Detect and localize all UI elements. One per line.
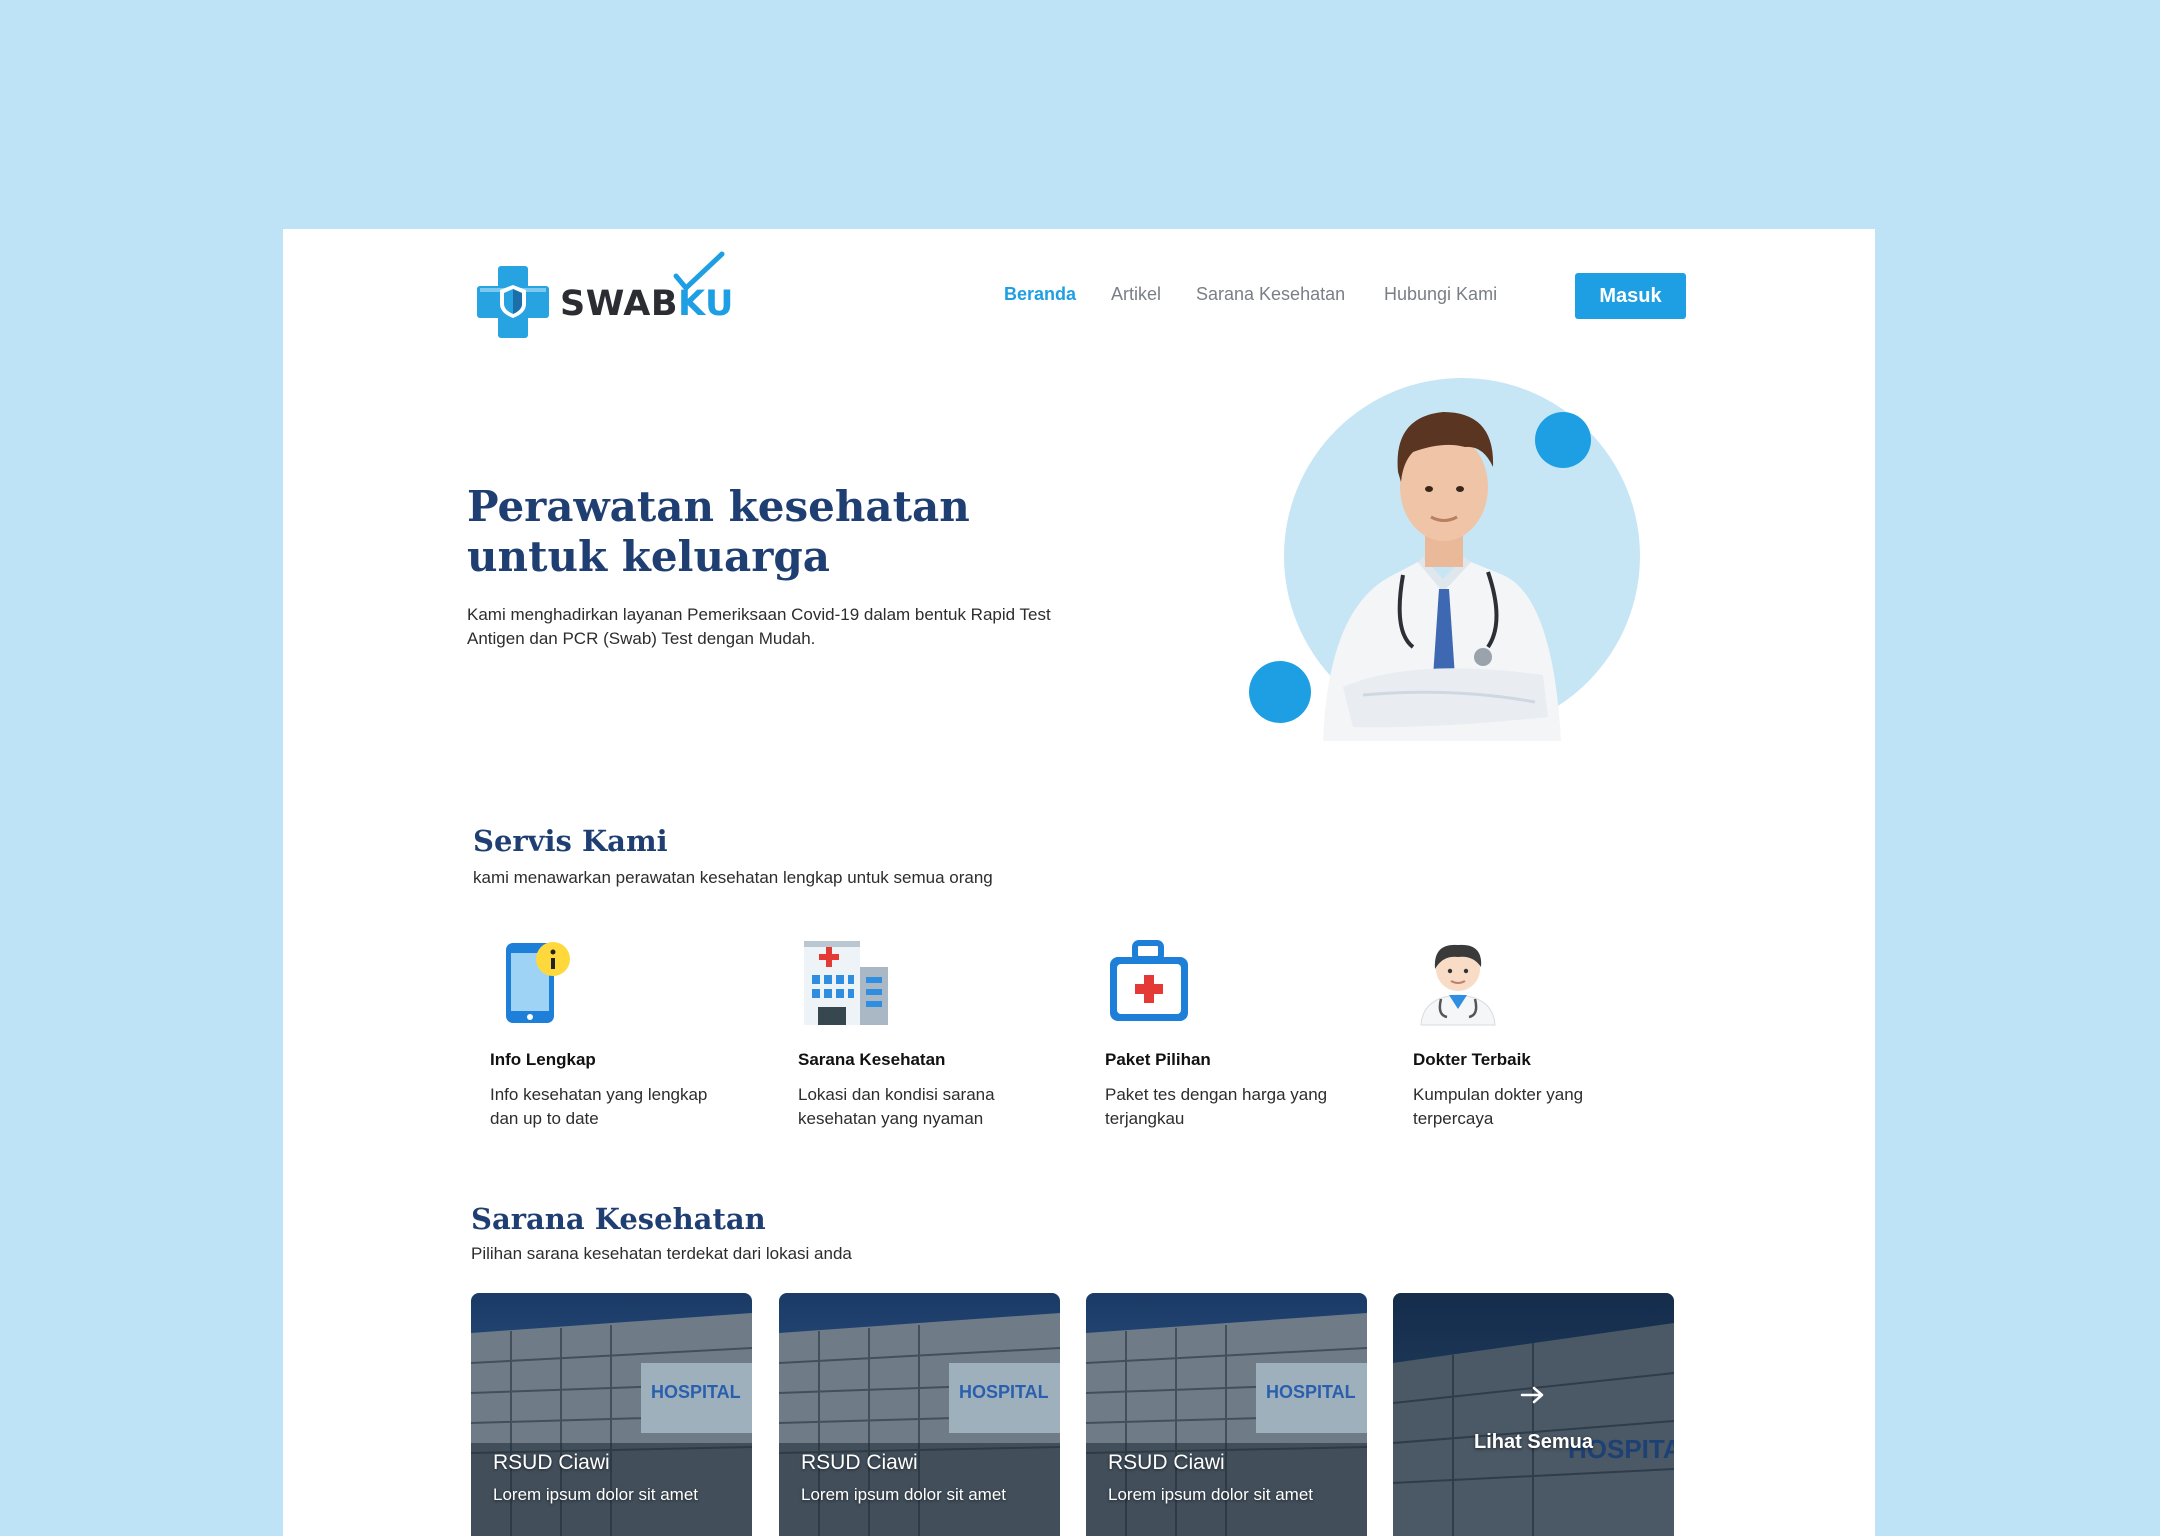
login-button[interactable]: Masuk <box>1575 273 1686 319</box>
service-title: Dokter Terbaik <box>1413 1050 1531 1069</box>
facilities-subtitle: Pilihan sarana kesehatan terdekat dari l… <box>471 1244 852 1263</box>
doctor-hero-image <box>1249 378 1640 741</box>
services-title: Servis Kami <box>473 824 668 858</box>
facility-description: Lorem ipsum dolor sit amet <box>801 1485 1007 1504</box>
service-description: Lokasi dan kondisi sarana kesehatan yang… <box>798 1085 995 1128</box>
facility-name: RSUD Ciawi <box>801 1451 918 1474</box>
arrow-right-icon <box>1520 1386 1544 1404</box>
facility-description: Lorem ipsum dolor sit amet <box>1108 1485 1314 1504</box>
facility-description: Lorem ipsum dolor sit amet <box>493 1485 699 1504</box>
hospital-photo: HOSPITA <box>1393 1293 1674 1536</box>
brand-name-part2: KU <box>678 284 734 324</box>
facility-name: RSUD Ciawi <box>1108 1451 1225 1474</box>
medical-kit-icon <box>1110 940 1188 1021</box>
hospital-sign: HOSPITAL <box>959 1382 1049 1402</box>
facility-name: RSUD Ciawi <box>493 1451 610 1474</box>
hospital-building-icon <box>804 941 888 1025</box>
hero-description: Kami menghadirkan layanan Pemeriksaan Co… <box>467 605 1051 648</box>
facility-card[interactable]: HOSPITAL RSUD Ciawi Lorem ipsum dolor si… <box>1086 1293 1367 1536</box>
doctor-icon <box>1420 944 1496 1026</box>
brand-name-part1: SWAB <box>560 284 679 324</box>
facility-card[interactable]: HOSPITAL RSUD Ciawi Lorem ipsum dolor si… <box>471 1293 752 1536</box>
nav-beranda[interactable]: Beranda <box>1004 284 1076 305</box>
service-description: Kumpulan dokter yang terpercaya <box>1413 1085 1584 1128</box>
service-description: Info kesehatan yang lengkap dan up to da… <box>490 1085 708 1128</box>
nav-artikel[interactable]: Artikel <box>1111 284 1161 305</box>
facilities-title: Sarana Kesehatan <box>471 1202 766 1236</box>
services-subtitle: kami menawarkan perawatan kesehatan leng… <box>473 868 993 887</box>
phone-info-icon <box>506 942 570 1023</box>
landing-page: SWABKU Beranda Artikel Sarana Kesehatan … <box>283 229 1875 1536</box>
brand-name: SWABKU <box>560 284 734 324</box>
service-title: Sarana Kesehatan <box>798 1050 946 1069</box>
hospital-sign: HOSPITAL <box>1266 1382 1356 1402</box>
see-all-label: Lihat Semua <box>1474 1431 1593 1453</box>
hero-title: Perawatan kesehatan untuk keluarga <box>467 482 970 581</box>
hospital-sign: HOSPITAL <box>651 1382 741 1402</box>
service-title: Info Lengkap <box>490 1050 596 1069</box>
service-title: Paket Pilihan <box>1105 1050 1211 1069</box>
see-all-card[interactable]: HOSPITA Lihat Semua <box>1393 1293 1674 1536</box>
medical-cross-shield-icon <box>477 266 549 338</box>
facility-card[interactable]: HOSPITAL RSUD Ciawi Lorem ipsum dolor si… <box>779 1293 1060 1536</box>
swabku-logo[interactable]: SWABKU <box>470 250 735 340</box>
nav-hubungi-kami[interactable]: Hubungi Kami <box>1384 284 1497 305</box>
service-description: Paket tes dengan harga yang terjangkau <box>1105 1085 1328 1128</box>
nav-sarana-kesehatan[interactable]: Sarana Kesehatan <box>1196 284 1345 305</box>
